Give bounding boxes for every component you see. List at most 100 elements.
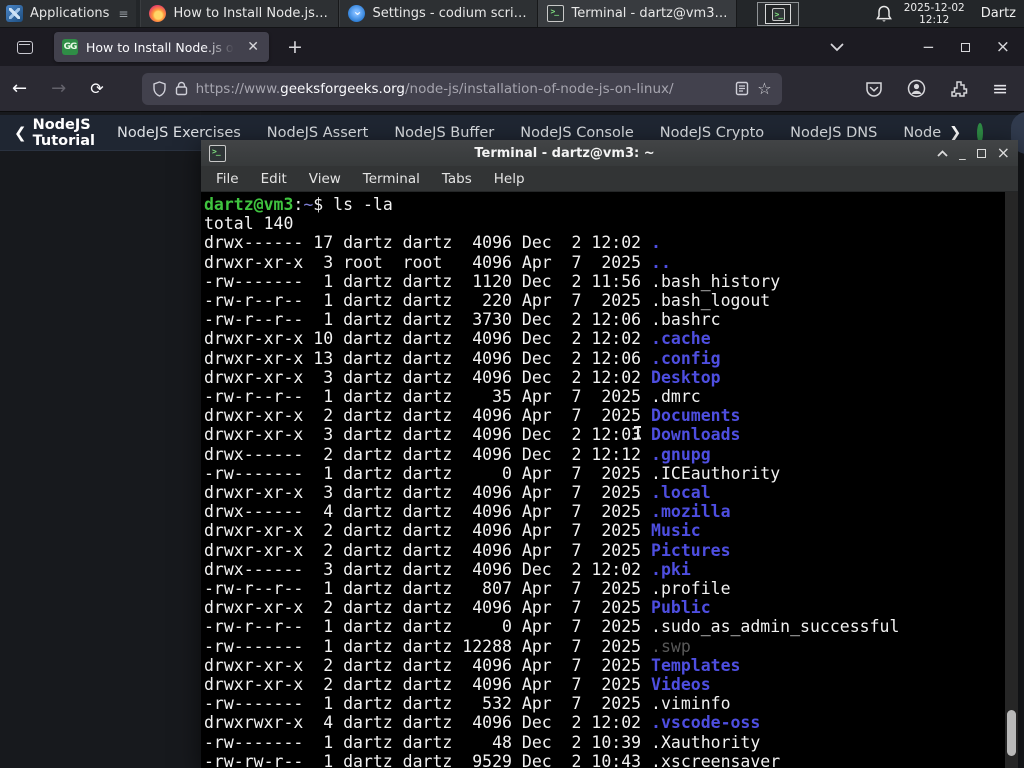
terminal-scrollbar[interactable] — [1005, 192, 1018, 768]
taskbar-button-label: Terminal - dartz@vm3: ~ — [571, 6, 729, 21]
firefox-view-icon — [17, 40, 33, 54]
taskbar-button[interactable]: Settings - codium script... — [339, 0, 539, 27]
terminal-listing-line: -rw-r--r-- 1 dartz dartz 35 Apr 7 2025 .… — [204, 387, 701, 407]
lock-icon[interactable] — [175, 81, 188, 96]
taskbar-button[interactable]: Terminal - dartz@vm3: ~ — [538, 0, 738, 27]
terminal-listing-line: drwx------ 3 dartz dartz 4096 Dec 2 12:0… — [204, 559, 691, 579]
menu-terminal[interactable]: Terminal — [354, 168, 429, 190]
menu-edit[interactable]: Edit — [252, 168, 296, 190]
new-tab-button[interactable]: + — [281, 36, 309, 58]
terminal-listing-line: -rw------- 1 dartz dartz 532 Apr 7 2025 … — [204, 694, 731, 714]
list-all-tabs-icon[interactable] — [830, 43, 844, 52]
terminal-listing-line: -rw-rw-r-- 1 dartz dartz 9529 Dec 2 10:4… — [204, 751, 781, 768]
nav-link[interactable]: NodeJS Crypto — [660, 125, 764, 141]
terminal-listing-line: drwxr-xr-x 10 dartz dartz 4096 Dec 2 12:… — [204, 329, 711, 349]
terminal-listing-line: -rw-r--r-- 1 dartz dartz 3730 Dec 2 12:0… — [204, 310, 721, 330]
pager-window — [765, 4, 791, 24]
window-minimize-button[interactable]: − — [922, 38, 935, 56]
url-scheme: https://www. — [195, 80, 281, 97]
terminal-listing-line: drwxrwxr-x 4 dartz dartz 4096 Dec 2 12:0… — [204, 713, 761, 733]
applications-menu-button[interactable]: Applications ≡ — [0, 0, 137, 27]
menu-view[interactable]: View — [300, 168, 350, 190]
taskbar-button[interactable]: How to Install Node.js o... — [140, 0, 340, 27]
minimize-window-icon[interactable]: _ — [959, 147, 966, 160]
xfce-panel: Applications ≡ How to Install Node.js o.… — [0, 0, 1024, 28]
terminal-listing-line: -rw-r--r-- 1 dartz dartz 0 Apr 7 2025 .s… — [204, 617, 900, 637]
nav-link[interactable]: NodeJS DNS — [790, 125, 877, 141]
tab-title: How to Install Node.js on — [86, 39, 238, 55]
extensions-puzzle-icon[interactable] — [950, 80, 968, 98]
maximize-window-icon[interactable] — [976, 148, 986, 158]
terminal-listing-line: -rw------- 1 dartz dartz 0 Apr 7 2025 .I… — [204, 463, 781, 483]
app-menu-icon[interactable]: ≡ — [992, 78, 1008, 100]
reader-mode-icon[interactable] — [735, 81, 749, 96]
panel-clock[interactable]: 2025-12-02 12:12 — [904, 2, 965, 26]
menu-file[interactable]: File — [207, 168, 248, 190]
terminal-icon — [547, 5, 565, 22]
terminal-listing-line: drwx------ 2 dartz dartz 4096 Dec 2 12:1… — [204, 444, 711, 464]
terminal-output[interactable]: dartz@vm3:~$ ls -la total 140 drwx------ 1… — [201, 192, 1018, 768]
nav-link[interactable]: Node — [903, 125, 941, 141]
terminal-listing-line: drwx------ 17 dartz dartz 4096 Dec 2 12:… — [204, 233, 661, 253]
taskbar-button-label: How to Install Node.js o... — [173, 6, 331, 21]
terminal-listing-line: drwxr-xr-x 2 dartz dartz 4096 Apr 7 2025… — [204, 540, 731, 560]
vscodium-icon — [348, 4, 366, 22]
terminal-listing-line: drwxr-xr-x 3 dartz dartz 4096 Dec 2 12:0… — [204, 367, 721, 387]
window-restore-button[interactable] — [960, 42, 970, 52]
nav-link[interactable]: NodeJS Console — [520, 125, 634, 141]
close-window-icon[interactable]: × — [997, 145, 1010, 161]
geeksforgeeks-favicon: GG — [62, 39, 78, 55]
pocket-icon[interactable] — [865, 80, 883, 98]
terminal-listing-line: drwxr-xr-x 2 dartz dartz 4096 Apr 7 2025… — [204, 521, 701, 541]
terminal-listing-line: drwxr-xr-x 2 dartz dartz 4096 Apr 7 2025… — [204, 675, 711, 695]
nav-link[interactable]: NodeJS Assert — [267, 125, 369, 141]
nav-link[interactable]: NodeJS Exercises — [117, 125, 241, 141]
terminal-icon — [771, 7, 785, 21]
notification-bell-icon[interactable] — [875, 5, 892, 23]
menu-tabs[interactable]: Tabs — [433, 168, 481, 190]
panel-user-menu[interactable]: Dartz — [977, 6, 1016, 21]
terminal-listing-line: -rw------- 1 dartz dartz 1120 Dec 2 11:5… — [204, 271, 781, 291]
panel-status-area: 2025-12-02 12:12 Dartz — [875, 0, 1024, 27]
terminal-titlebar[interactable]: Terminal - dartz@vm3: ~ _ × — [201, 140, 1018, 166]
tab-close-icon[interactable]: ✕ — [245, 39, 261, 55]
terminal-window-title: Terminal - dartz@vm3: ~ — [474, 145, 655, 161]
workspace-pager[interactable] — [757, 2, 799, 26]
terminal-listing-line: -rw-r--r-- 1 dartz dartz 807 Apr 7 2025 … — [204, 579, 731, 599]
nav-link[interactable]: NodeJS Buffer — [394, 125, 494, 141]
menu-help[interactable]: Help — [485, 168, 534, 190]
account-icon[interactable] — [907, 79, 926, 98]
applications-icon — [6, 5, 23, 22]
applications-label: Applications — [30, 6, 110, 21]
terminal-listing-line: drwxr-xr-x 2 dartz dartz 4096 Apr 7 2025… — [204, 406, 741, 426]
url-text: https://www.geeksforgeeks.org/node-js/in… — [196, 81, 728, 97]
terminal-total-line: total 140 — [204, 214, 294, 234]
bookmark-star-icon[interactable]: ☆ — [757, 79, 771, 98]
window-taskbar: How to Install Node.js o... Settings - co… — [140, 0, 738, 27]
terminal-prompt-line: dartz@vm3:~$ ls -la — [204, 195, 393, 214]
shade-window-icon[interactable] — [937, 149, 948, 157]
clock-date: 2025-12-02 — [903, 1, 965, 14]
window-close-button[interactable]: × — [996, 37, 1010, 57]
scroll-right-icon[interactable]: ❯ — [949, 125, 961, 141]
reload-button[interactable]: ⟳ — [78, 79, 115, 98]
terminal-listing-line: -rw------- 1 dartz dartz 48 Dec 2 10:39 … — [204, 732, 761, 752]
terminal-listing-line: -rw------- 1 dartz dartz 12288 Apr 7 202… — [204, 636, 691, 656]
firefox-icon — [149, 5, 167, 22]
forward-button[interactable]: → — [39, 78, 78, 99]
tracking-shield-icon[interactable] — [152, 80, 167, 97]
terminal-listing-line: drwxr-xr-x 3 root root 4096 Apr 7 2025 .… — [204, 252, 671, 272]
back-button[interactable]: ← — [0, 78, 39, 99]
clock-time: 12:12 — [919, 13, 950, 26]
browser-tab[interactable]: GG How to Install Node.js on ✕ — [54, 32, 269, 62]
url-domain: geeksforgeeks.org — [280, 80, 405, 97]
address-bar[interactable]: https://www.geeksforgeeks.org/node-js/in… — [141, 72, 782, 105]
scroll-left-icon[interactable]: ❮ — [0, 124, 33, 142]
terminal-listing-line: drwxr-xr-x 2 dartz dartz 4096 Apr 7 2025… — [204, 598, 711, 618]
terminal-listing-line: drwxr-xr-x 13 dartz dartz 4096 Dec 2 12:… — [204, 348, 721, 368]
desktop: Applications ≡ How to Install Node.js o.… — [0, 0, 1024, 768]
subnav-links: NodeJS Exercises NodeJS Assert NodeJS Buff… — [117, 125, 967, 141]
nav-link-primary[interactable]: NodeJS Tutorial — [33, 117, 95, 149]
terminal-scrollbar-thumb[interactable] — [1007, 710, 1016, 756]
firefox-view-button[interactable] — [10, 34, 40, 60]
